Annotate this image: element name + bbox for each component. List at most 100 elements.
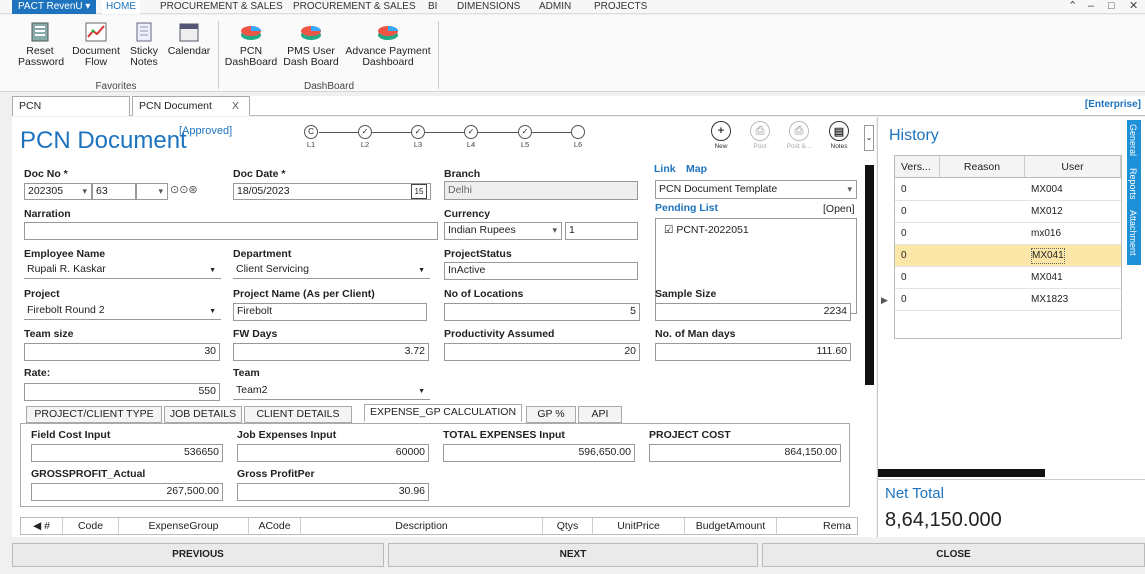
history-panel: History Vers... Reason User 0 MX004 0 MX01… <box>877 117 1145 537</box>
advance-payment-icon <box>378 26 398 40</box>
calendar-button[interactable]: Calendar <box>164 21 214 57</box>
menu-bar: PACT RevenU ▾ HOME PROCUREMENT & SALES P… <box>0 0 1145 14</box>
notes-button[interactable]: ▤ Notes <box>824 121 854 150</box>
tab-api[interactable]: API <box>578 406 622 423</box>
locations-field[interactable]: 5 <box>444 303 640 321</box>
gross-profit-actual-field[interactable]: 267,500.00 <box>31 483 223 501</box>
sticky-notes-button[interactable]: Sticky Notes <box>126 21 162 68</box>
previous-button[interactable]: PREVIOUS <box>12 543 384 567</box>
new-button[interactable]: + New <box>706 121 736 150</box>
doc-date-field[interactable]: 18/05/2023 <box>233 183 431 200</box>
tab-pcn-document[interactable]: PCN Document X <box>132 96 250 116</box>
team-size-field[interactable]: 30 <box>24 343 220 361</box>
man-days-field[interactable]: 111.60 <box>655 343 851 361</box>
project-status-label: ProjectStatus <box>444 248 512 260</box>
tab-gp-percent[interactable]: GP % <box>526 406 576 423</box>
tab-project-client-type[interactable]: PROJECT/CLIENT TYPE <box>26 406 162 423</box>
project-status-field[interactable]: InActive <box>444 262 638 280</box>
checkbox-checked-icon[interactable]: ☑ <box>664 224 673 236</box>
department-select[interactable]: Client Servicing <box>233 262 430 279</box>
narration-field[interactable] <box>24 222 438 240</box>
menu-dimensions[interactable]: DIMENSIONS <box>457 0 520 14</box>
rate-label: Rate: <box>24 367 51 379</box>
total-expenses-field[interactable]: 596,650.00 <box>443 444 635 462</box>
grid-col-qtys[interactable]: Qtys <box>543 518 593 535</box>
history-row[interactable]: 0 MX041 <box>895 267 1121 289</box>
collapse-ribbon-icon[interactable]: ⌃ <box>1068 0 1077 12</box>
template-select[interactable]: PCN Document Template <box>655 180 857 199</box>
employee-name-select[interactable]: Rupali R. Kaskar <box>24 262 221 279</box>
history-row[interactable]: 0 MX1823 <box>895 289 1121 311</box>
link-link[interactable]: Link <box>654 163 676 175</box>
history-horizontal-scrollbar[interactable] <box>878 469 1045 477</box>
tab-client-details[interactable]: CLIENT DETAILS <box>244 406 352 423</box>
grid-col-index[interactable]: ◀ # <box>21 518 63 535</box>
grid-col-remarks[interactable]: Rema <box>777 518 857 535</box>
grid-col-code[interactable]: Code <box>63 518 119 535</box>
currency-label: Currency <box>444 208 491 220</box>
post-button[interactable]: ⎙ Post <box>745 121 775 150</box>
tab-expense-gp-calculation[interactable]: EXPENSE_GP CALCULATION <box>364 404 522 422</box>
minimize-icon[interactable]: – <box>1088 0 1094 12</box>
job-expenses-field[interactable]: 60000 <box>237 444 429 462</box>
history-row-selected[interactable]: 0 MX041 <box>895 245 1121 267</box>
close-button[interactable]: CLOSE <box>762 543 1145 567</box>
maximize-icon[interactable]: □ <box>1108 0 1115 12</box>
close-tab-icon[interactable]: X <box>232 100 239 112</box>
pcn-dashboard-button[interactable]: PCN DashBoard <box>224 21 278 68</box>
currency-select[interactable]: Indian Rupees <box>444 222 562 240</box>
grid-col-expensegroup[interactable]: ExpenseGroup <box>119 518 249 535</box>
app-menu-button[interactable]: PACT RevenU ▾ <box>12 0 97 14</box>
favorites-group-label: Favorites <box>95 81 137 92</box>
menu-bi[interactable]: BI <box>428 0 437 14</box>
history-col-version[interactable]: Vers... <box>895 156 940 178</box>
menu-home[interactable]: HOME <box>102 0 140 14</box>
close-window-icon[interactable]: ✕ <box>1129 0 1138 12</box>
history-row[interactable]: 0 MX004 <box>895 179 1121 201</box>
side-tab-reports[interactable]: Reports <box>1128 168 1138 200</box>
side-tab-general[interactable]: General <box>1128 124 1138 156</box>
reset-password-button[interactable]: Reset Password <box>18 21 64 68</box>
history-row[interactable]: 0 mx016 <box>895 223 1121 245</box>
pms-user-dashboard-button[interactable]: PMS User Dash Board <box>282 21 340 68</box>
form-scrollbar[interactable] <box>865 165 874 385</box>
project-select[interactable]: Firebolt Round 2 <box>24 303 221 320</box>
side-tab-attachment[interactable]: Attachment <box>1128 210 1138 256</box>
history-row[interactable]: 0 MX012 <box>895 201 1121 223</box>
field-cost-field[interactable]: 536650 <box>31 444 223 462</box>
tab-job-details[interactable]: JOB DETAILS <box>164 406 242 423</box>
doc-navigation-icon[interactable]: ⊙⊙⊛ <box>170 183 198 196</box>
sample-size-field[interactable]: 2234 <box>655 303 851 321</box>
map-link[interactable]: Map <box>686 163 707 175</box>
doc-no-number-field[interactable]: 63 <box>92 183 136 200</box>
post-and-button[interactable]: ⎙ Post &... <box>784 121 814 150</box>
grid-col-acode[interactable]: ACode <box>249 518 301 535</box>
project-name-field[interactable]: Firebolt <box>233 303 427 321</box>
grid-col-budgetamount[interactable]: BudgetAmount <box>685 518 777 535</box>
grid-col-description[interactable]: Description <box>301 518 543 535</box>
history-col-reason[interactable]: Reason <box>940 156 1025 178</box>
history-col-user[interactable]: User <box>1025 156 1121 178</box>
menu-procurement-sales-2[interactable]: PROCUREMENT & SALES <box>293 0 416 14</box>
document-flow-button[interactable]: Document Flow <box>70 21 122 68</box>
fw-days-field[interactable]: 3.72 <box>233 343 429 361</box>
doc-no-series-select[interactable]: 202305 <box>24 183 92 200</box>
gross-profit-per-field[interactable]: 30.96 <box>237 483 429 501</box>
advance-payment-dashboard-button[interactable]: Advance Payment Dashboard <box>342 21 434 68</box>
open-pending-link[interactable]: [Open] <box>823 203 855 215</box>
project-cost-field[interactable]: 864,150.00 <box>649 444 841 462</box>
grid-col-unitprice[interactable]: UnitPrice <box>593 518 685 535</box>
pending-list-item[interactable]: ☑ PCNT-2022051 <box>664 224 749 236</box>
currency-rate-field[interactable]: 1 <box>565 222 638 240</box>
menu-procurement-sales-1[interactable]: PROCUREMENT & SALES <box>160 0 283 14</box>
menu-projects[interactable]: PROJECTS <box>594 0 647 14</box>
calendar-icon[interactable]: 15 <box>411 184 427 199</box>
toolbar-expand-button[interactable]: ⌄ <box>864 125 874 151</box>
next-button[interactable]: NEXT <box>388 543 758 567</box>
doc-no-number-select[interactable] <box>136 183 168 200</box>
tab-pcn-dashboard[interactable]: PCN DashBoardX <box>12 96 130 130</box>
productivity-field[interactable]: 20 <box>444 343 640 361</box>
menu-admin[interactable]: ADMIN <box>539 0 571 14</box>
rate-field[interactable]: 550 <box>24 383 220 401</box>
team-select[interactable]: Team2 <box>233 383 430 400</box>
